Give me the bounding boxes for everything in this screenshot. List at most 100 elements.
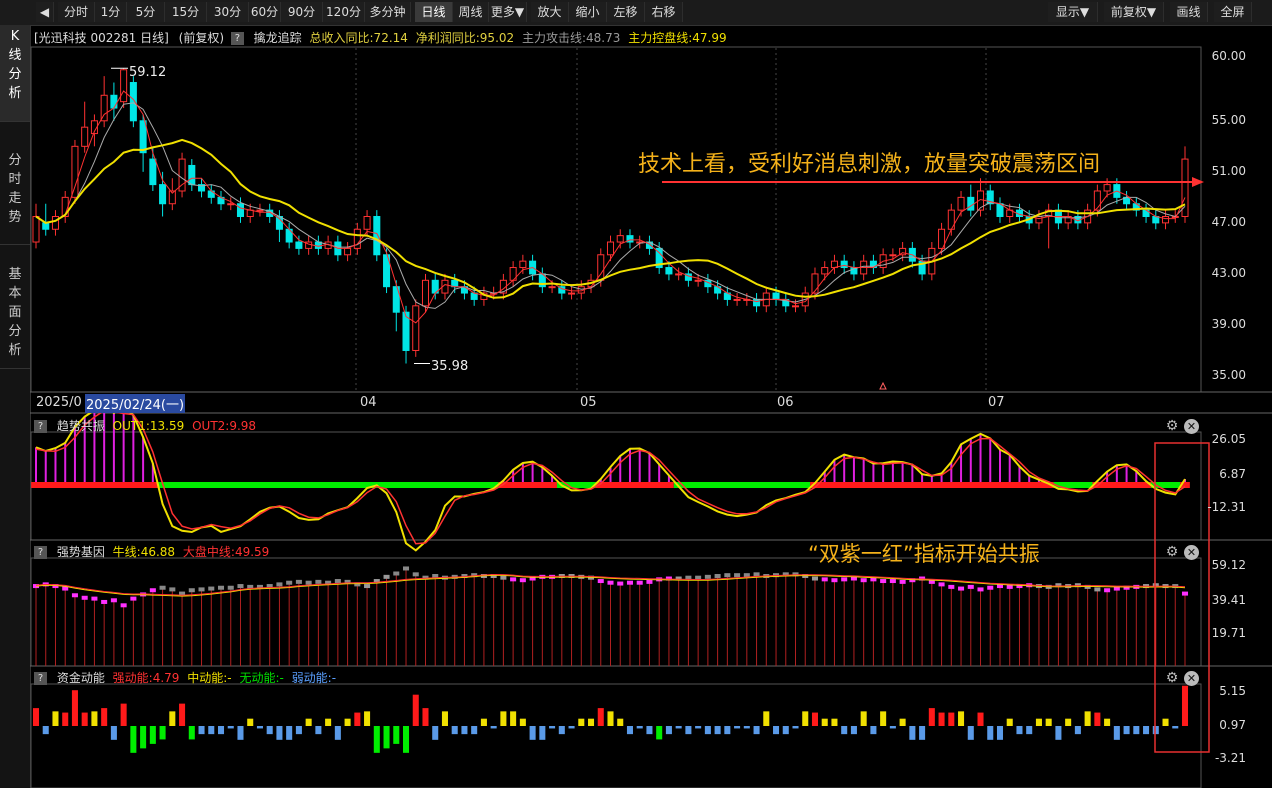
gene-dot-14 bbox=[169, 587, 176, 592]
gene-dot-49 bbox=[510, 577, 517, 582]
fund-bar-96 bbox=[967, 726, 974, 740]
fund-bar-52 bbox=[539, 726, 546, 740]
fund-bar-118 bbox=[1181, 685, 1189, 726]
fund-y-tick-1: 5.15 bbox=[1219, 684, 1246, 698]
fund-bar-105 bbox=[1055, 726, 1062, 740]
fund-bar-112 bbox=[1123, 726, 1130, 735]
fund-bar-28 bbox=[305, 718, 312, 726]
panel-frame-2 bbox=[30, 557, 1202, 667]
fund-bar-31 bbox=[334, 726, 341, 740]
candle-13 bbox=[159, 171, 167, 217]
candle-body-32 bbox=[344, 247, 352, 256]
candle-62 bbox=[636, 235, 644, 249]
trend-name: 趋势共振 bbox=[56, 419, 105, 433]
fund-bar-80 bbox=[811, 712, 819, 726]
gene-dot-5 bbox=[81, 595, 88, 600]
fund-bar-100 bbox=[1006, 718, 1013, 726]
fund-bar-9 bbox=[120, 703, 127, 726]
candle-84 bbox=[850, 261, 858, 281]
fund-bar-7 bbox=[101, 708, 108, 726]
help-icon[interactable]: ? bbox=[34, 672, 47, 685]
fund-bar-68 bbox=[695, 726, 702, 729]
candle-16 bbox=[188, 159, 196, 191]
fund-name: 资金动能 bbox=[56, 671, 105, 685]
fund-bar-84 bbox=[850, 726, 857, 735]
gene-dot-109 bbox=[1094, 587, 1101, 592]
trend-out2: OUT2:9.98 bbox=[192, 419, 257, 433]
candle-28 bbox=[305, 235, 313, 255]
fund-bar-29 bbox=[315, 726, 322, 735]
candle-83 bbox=[840, 254, 848, 274]
help-icon[interactable]: ? bbox=[34, 420, 47, 433]
fund-bar-82 bbox=[831, 718, 838, 726]
candle-82 bbox=[830, 254, 838, 274]
gene-dot-95 bbox=[958, 586, 965, 591]
candle-109 bbox=[1093, 184, 1101, 217]
fund-bar-57 bbox=[588, 718, 595, 726]
fund-close-icon[interactable]: ✕ bbox=[1184, 671, 1199, 686]
fund-bar-92 bbox=[928, 708, 935, 726]
gene-dot-31 bbox=[334, 579, 341, 584]
candle-77 bbox=[782, 293, 790, 313]
date-start: 2025/0 bbox=[36, 395, 82, 410]
fund-bar-70 bbox=[714, 726, 721, 735]
candle-106 bbox=[1064, 210, 1072, 230]
fund-bar-115 bbox=[1152, 726, 1159, 735]
main-y-tick-2: 51.00 bbox=[1211, 163, 1246, 178]
candle-20 bbox=[227, 197, 235, 211]
fund-bar-23 bbox=[256, 726, 263, 729]
fund-settings-gear-icon[interactable]: ⚙ bbox=[1164, 670, 1180, 686]
fund-bar-81 bbox=[821, 718, 828, 726]
marker-triangle bbox=[879, 381, 887, 390]
candle-115 bbox=[1152, 210, 1160, 230]
fund-bar-8 bbox=[110, 726, 117, 740]
trend-close-icon[interactable]: ✕ bbox=[1184, 419, 1199, 434]
gene-dot-62 bbox=[636, 580, 643, 585]
fund-bar-34 bbox=[364, 711, 371, 726]
trend-settings-gear-icon[interactable]: ⚙ bbox=[1164, 418, 1180, 434]
fund-bar-98 bbox=[987, 726, 994, 740]
gene-dot-18 bbox=[208, 586, 215, 591]
candle-body-103 bbox=[1035, 216, 1043, 224]
month-05: 05 bbox=[580, 395, 597, 410]
gene-dot-69 bbox=[704, 574, 711, 579]
candle-body-53 bbox=[548, 286, 556, 289]
gene-dot-16 bbox=[188, 588, 195, 593]
gene-settings-gear-icon[interactable]: ⚙ bbox=[1164, 544, 1180, 560]
month-04: 04 bbox=[360, 395, 377, 410]
fund-bar-64 bbox=[656, 726, 663, 740]
fund-bar-11 bbox=[140, 726, 147, 749]
candle-50 bbox=[519, 254, 527, 274]
gene-dot-94 bbox=[948, 584, 955, 589]
gene-dot-37 bbox=[393, 571, 400, 576]
help-icon[interactable]: ? bbox=[34, 546, 47, 559]
fund-bar-66 bbox=[675, 726, 682, 729]
date-axis: 2025/0 2025/02/24(一) 04 05 06 07 bbox=[31, 393, 1201, 413]
fund-bar-30 bbox=[325, 718, 332, 726]
gene-close-icon[interactable]: ✕ bbox=[1184, 545, 1199, 560]
fund-bar-26 bbox=[286, 726, 293, 740]
fund-bar-12 bbox=[149, 726, 156, 744]
trend-panel-header: ? 趋势共振 OUT1:13.59 OUT2:9.98 bbox=[31, 417, 256, 435]
fund-bar-56 bbox=[578, 718, 585, 726]
gene-dot-72 bbox=[734, 573, 741, 578]
breakout-annotation: 技术上看，受利好消息刺激，放量突破震荡区间 bbox=[638, 152, 1101, 177]
candle-60 bbox=[616, 229, 624, 249]
candle-body-78 bbox=[791, 305, 800, 308]
fund-bar-63 bbox=[646, 726, 653, 735]
gene-name: 强势基因 bbox=[56, 545, 105, 559]
candle-5 bbox=[81, 101, 89, 153]
fund-bar-86 bbox=[870, 726, 877, 735]
resonance-annotation: “双紫一红”指标开始共振 bbox=[808, 542, 1040, 566]
fund-bar-13 bbox=[159, 726, 166, 740]
candle-96 bbox=[967, 184, 975, 217]
candle-33 bbox=[353, 222, 361, 255]
high-price-label: 59.12 bbox=[129, 65, 167, 80]
candle-4 bbox=[71, 139, 79, 204]
gene-dot-13 bbox=[159, 585, 166, 590]
candle-118 bbox=[1181, 146, 1189, 223]
candle-body-8 bbox=[110, 94, 118, 109]
fund-bar-74 bbox=[753, 726, 760, 735]
gene-dot-63 bbox=[646, 579, 653, 584]
gene-dot-61 bbox=[626, 580, 633, 585]
